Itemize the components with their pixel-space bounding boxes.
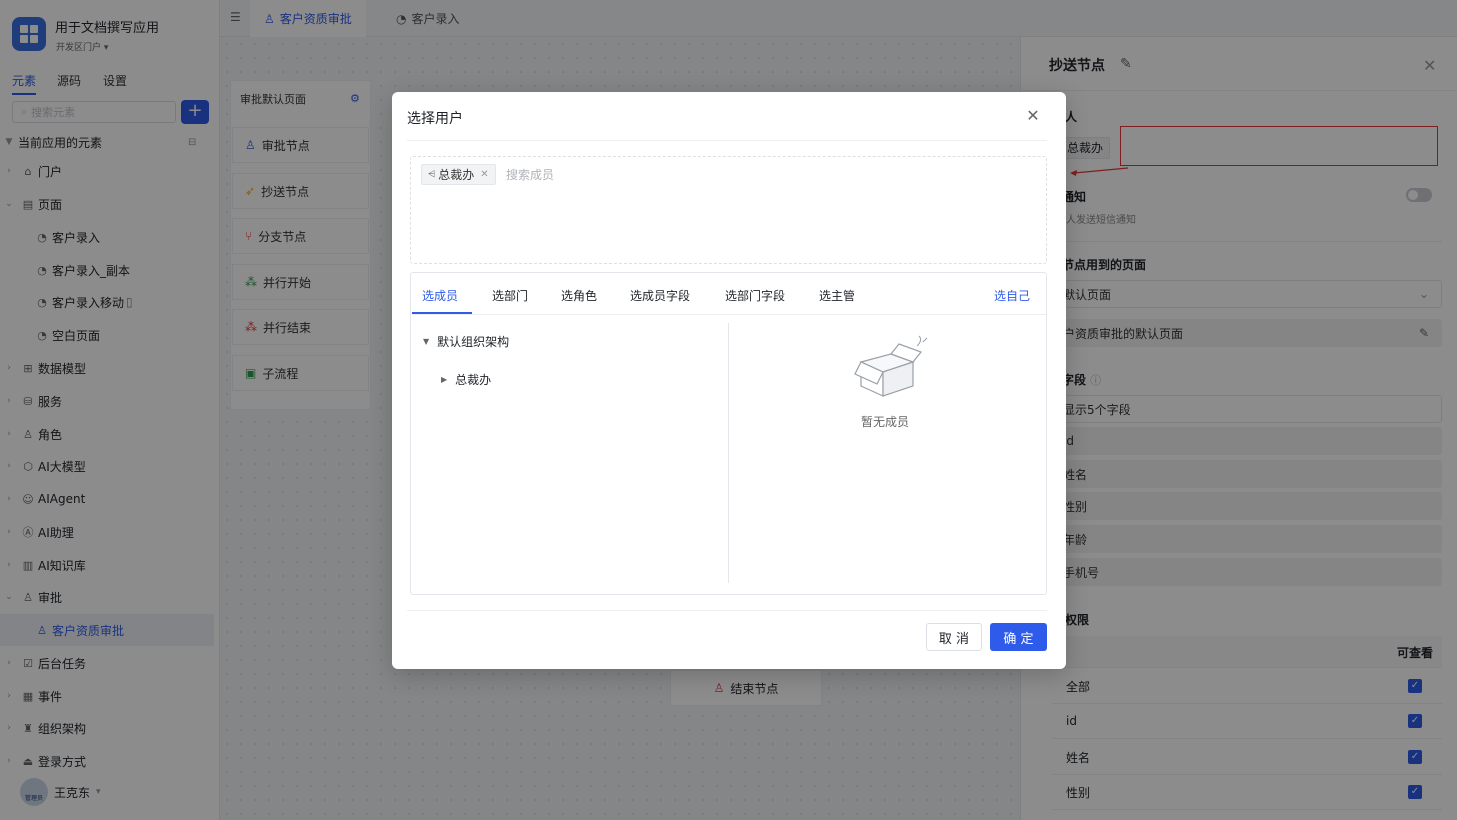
divider: [411, 314, 1046, 315]
org-node-icon: ⩤: [428, 169, 436, 180]
selected-tag[interactable]: ⩤ 总裁办 ✕: [421, 164, 496, 185]
close-icon[interactable]: ✕: [1024, 107, 1042, 125]
dialog-title: 选择用户: [407, 111, 463, 127]
cancel-button[interactable]: 取 消: [926, 623, 982, 651]
org-node-label: 总裁办: [455, 373, 492, 387]
tab-select-member[interactable]: 选成员: [422, 287, 458, 304]
tag-close-icon[interactable]: ✕: [480, 169, 488, 180]
org-root-label: 默认组织架构: [437, 335, 510, 349]
org-tree-node[interactable]: ▶ 总裁办: [441, 371, 491, 388]
divider: [407, 140, 1047, 141]
caret-down-icon: ▼: [423, 337, 430, 346]
empty-state-text: 暂无成员: [861, 415, 910, 429]
empty-box-icon: [854, 335, 928, 397]
tab-select-department[interactable]: 选部门: [492, 287, 528, 304]
tab-select-role[interactable]: 选角色: [561, 287, 597, 304]
member-search-input[interactable]: 搜索成员: [506, 166, 554, 183]
tab-select-department-field[interactable]: 选部门字段: [725, 287, 785, 304]
caret-right-icon: ▶: [441, 375, 448, 384]
tag-label: 总裁办: [438, 168, 475, 182]
select-self-link[interactable]: 选自己: [994, 287, 1030, 304]
confirm-button[interactable]: 确 定: [990, 623, 1047, 651]
org-tree-root[interactable]: ▼ 默认组织架构: [423, 333, 509, 350]
tab-select-member-field[interactable]: 选成员字段: [630, 287, 690, 304]
tab-select-manager[interactable]: 选主管: [819, 287, 855, 304]
divider: [728, 323, 729, 583]
divider: [407, 610, 1047, 611]
